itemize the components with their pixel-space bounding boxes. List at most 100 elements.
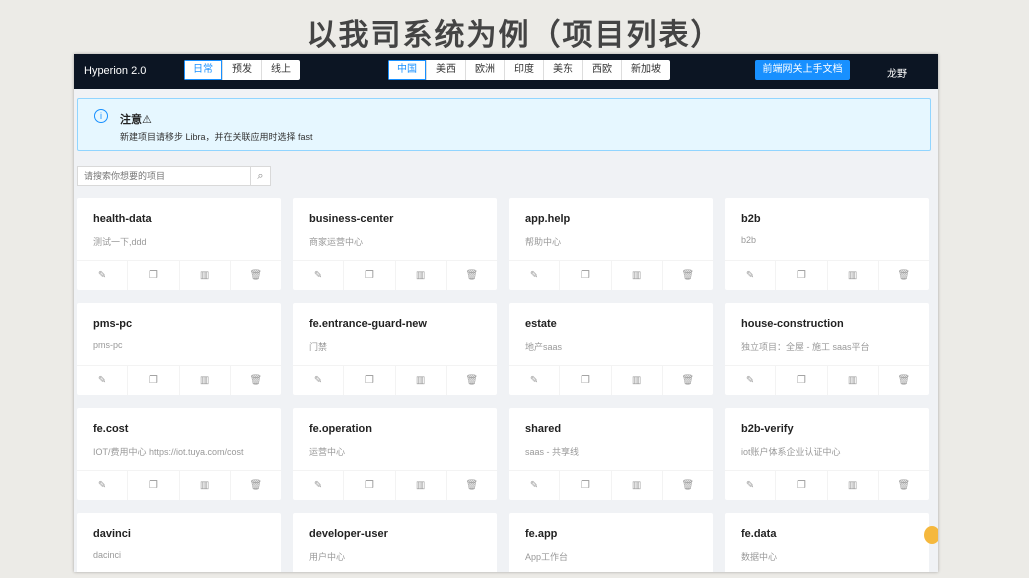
copy-icon[interactable]: ❐ (559, 366, 610, 395)
delete-icon[interactable]: 🗑 (229, 366, 281, 395)
region-tab[interactable]: 美西 (426, 60, 465, 80)
project-name[interactable]: estate (525, 318, 557, 330)
chart-icon[interactable]: ▥ (826, 261, 878, 290)
edit-icon[interactable]: ✎ (509, 261, 559, 290)
edit-icon[interactable]: ✎ (293, 261, 343, 290)
project-card[interactable]: business-center 商家运营中心 ✎ ❐ ▥ 🗑 (293, 198, 497, 290)
project-name[interactable]: app.help (525, 213, 570, 225)
chart-icon[interactable]: ▥ (178, 366, 230, 395)
edit-icon[interactable]: ✎ (77, 471, 127, 500)
project-card[interactable]: app.help 帮助中心 ✎ ❐ ▥ 🗑 (509, 198, 713, 290)
copy-icon[interactable]: ❐ (775, 366, 826, 395)
project-card[interactable]: house-construction 独立项目：全屋 - 施工 saas平台 ✎ ❐ ▥… (725, 303, 929, 395)
brand-logo[interactable]: Hyperion 2.0 (84, 65, 146, 77)
edit-icon[interactable]: ✎ (77, 366, 127, 395)
project-name[interactable]: davinci (93, 528, 131, 540)
project-desc: 测试一下,ddd (93, 237, 147, 247)
region-tab[interactable]: 美东 (543, 60, 582, 80)
project-card[interactable]: fe.data数据中心✎❐▥🗑 (725, 513, 929, 572)
delete-icon[interactable]: 🗑 (445, 261, 497, 290)
chart-icon[interactable]: ▥ (394, 471, 446, 500)
project-name[interactable]: pms-pc (93, 318, 132, 330)
chart-icon[interactable]: ▥ (178, 471, 230, 500)
edit-icon[interactable]: ✎ (509, 366, 559, 395)
copy-icon[interactable]: ❐ (343, 261, 394, 290)
project-card[interactable]: davincidacinci✎❐▥🗑 (77, 513, 281, 572)
delete-icon[interactable]: 🗑 (661, 261, 713, 290)
project-card[interactable]: b2b-verify iot账户体系企业认证中心 ✎ ❐ ▥ 🗑 (725, 408, 929, 500)
delete-icon[interactable]: 🗑 (877, 366, 929, 395)
project-card[interactable]: health-data 测试一下,ddd ✎ ❐ ▥ 🗑 (77, 198, 281, 290)
project-name[interactable]: house-construction (741, 318, 844, 330)
chart-icon[interactable]: ▥ (610, 366, 662, 395)
card-actions: ✎ ❐ ▥ 🗑 (725, 365, 929, 395)
edit-icon[interactable]: ✎ (725, 471, 775, 500)
chart-icon[interactable]: ▥ (610, 261, 662, 290)
copy-icon[interactable]: ❐ (127, 471, 178, 500)
copy-icon[interactable]: ❐ (775, 471, 826, 500)
chart-icon[interactable]: ▥ (394, 261, 446, 290)
project-card[interactable]: estate 地产saas ✎ ❐ ▥ 🗑 (509, 303, 713, 395)
chart-icon[interactable]: ▥ (826, 471, 878, 500)
project-card[interactable]: b2b b2b ✎ ❐ ▥ 🗑 (725, 198, 929, 290)
delete-icon[interactable]: 🗑 (445, 471, 497, 500)
card-actions: ✎ ❐ ▥ 🗑 (509, 470, 713, 500)
delete-icon[interactable]: 🗑 (877, 261, 929, 290)
edit-icon[interactable]: ✎ (293, 366, 343, 395)
project-card[interactable]: shared saas - 共享线 ✎ ❐ ▥ 🗑 (509, 408, 713, 500)
project-card[interactable]: fe.appApp工作台✎❐▥🗑 (509, 513, 713, 572)
delete-icon[interactable]: 🗑 (877, 471, 929, 500)
project-card[interactable]: pms-pc pms-pc ✎ ❐ ▥ 🗑 (77, 303, 281, 395)
delete-icon[interactable]: 🗑 (661, 366, 713, 395)
copy-icon[interactable]: ❐ (559, 261, 610, 290)
project-card[interactable]: developer-user用户中心✎❐▥🗑 (293, 513, 497, 572)
search-input[interactable] (78, 167, 250, 185)
project-name[interactable]: developer-user (309, 528, 388, 540)
project-name[interactable]: health-data (93, 213, 152, 225)
chart-icon[interactable]: ▥ (610, 471, 662, 500)
project-card[interactable]: fe.cost IOT/费用中心 https://iot.tuya.com/cos… (77, 408, 281, 500)
project-card[interactable]: fe.operation 运营中心 ✎ ❐ ▥ 🗑 (293, 408, 497, 500)
region-tab[interactable]: 西欧 (582, 60, 621, 80)
copy-icon[interactable]: ❐ (127, 261, 178, 290)
region-tab[interactable]: 中国 (388, 60, 426, 80)
region-tab[interactable]: 欧洲 (465, 60, 504, 80)
copy-icon[interactable]: ❐ (127, 366, 178, 395)
project-name[interactable]: fe.data (741, 528, 776, 540)
project-name[interactable]: b2b (741, 213, 761, 225)
delete-icon[interactable]: 🗑 (445, 366, 497, 395)
delete-icon[interactable]: 🗑 (229, 261, 281, 290)
delete-icon[interactable]: 🗑 (229, 471, 281, 500)
region-tab[interactable]: 印度 (504, 60, 543, 80)
project-card[interactable]: fe.entrance-guard-new 门禁 ✎ ❐ ▥ 🗑 (293, 303, 497, 395)
env-tab[interactable]: 线上 (261, 60, 300, 80)
env-tab[interactable]: 日常 (184, 60, 222, 80)
region-tab[interactable]: 新加坡 (621, 60, 670, 80)
edit-icon[interactable]: ✎ (725, 261, 775, 290)
project-name[interactable]: fe.cost (93, 423, 128, 435)
copy-icon[interactable]: ❐ (343, 366, 394, 395)
project-name[interactable]: fe.operation (309, 423, 372, 435)
edit-icon[interactable]: ✎ (77, 261, 127, 290)
mascot-icon[interactable] (924, 526, 938, 544)
chart-icon[interactable]: ▥ (178, 261, 230, 290)
edit-icon[interactable]: ✎ (725, 366, 775, 395)
user-name[interactable]: 龙野 (887, 65, 907, 80)
search-button[interactable]: ⌕ (250, 167, 270, 185)
project-name[interactable]: shared (525, 423, 561, 435)
project-name[interactable]: business-center (309, 213, 393, 225)
copy-icon[interactable]: ❐ (775, 261, 826, 290)
edit-icon[interactable]: ✎ (509, 471, 559, 500)
chart-icon[interactable]: ▥ (826, 366, 878, 395)
copy-icon[interactable]: ❐ (559, 471, 610, 500)
edit-icon[interactable]: ✎ (293, 471, 343, 500)
project-name[interactable]: fe.entrance-guard-new (309, 318, 427, 330)
project-name[interactable]: fe.app (525, 528, 557, 540)
delete-icon[interactable]: 🗑 (661, 471, 713, 500)
project-desc: pms-pc (93, 340, 123, 350)
project-name[interactable]: b2b-verify (741, 423, 794, 435)
docs-button[interactable]: 前端网关上手文档 (755, 60, 850, 80)
copy-icon[interactable]: ❐ (343, 471, 394, 500)
env-tab[interactable]: 预发 (222, 60, 261, 80)
chart-icon[interactable]: ▥ (394, 366, 446, 395)
